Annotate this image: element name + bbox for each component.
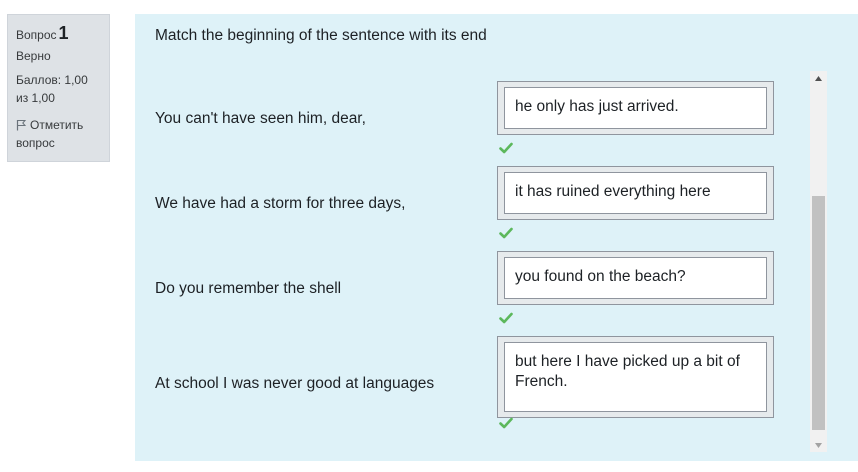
scroll-down-arrow-icon[interactable]	[810, 438, 827, 452]
flag-question-link[interactable]: Отметить вопрос	[16, 116, 101, 152]
scrollbar-thumb[interactable]	[812, 196, 825, 430]
sentence-beginning: At school I was never good at languages	[155, 375, 435, 392]
answer-item[interactable]: you found on the beach?	[504, 257, 767, 299]
answer-drop-zone[interactable]: but here I have picked up a bit of Frenc…	[497, 336, 774, 418]
answer-item[interactable]: it has ruined everything here	[504, 172, 767, 214]
check-icon	[499, 142, 513, 154]
vertical-scrollbar[interactable]	[810, 71, 827, 452]
scroll-up-arrow-icon[interactable]	[810, 71, 827, 85]
question-label: Вопрос	[16, 28, 57, 42]
sentence-beginning: Do you remember the shell	[155, 280, 342, 297]
check-icon	[499, 227, 513, 239]
answer-drop-zone[interactable]: he only has just arrived.	[497, 81, 774, 135]
answer-drop-zone[interactable]: it has ruined everything here	[497, 166, 774, 220]
question-formulation: Match the beginning of the sentence with…	[135, 14, 858, 461]
question-number-value: 1	[58, 23, 69, 43]
answer-drop-zone[interactable]: you found on the beach?	[497, 251, 774, 305]
question-info-panel: Вопрос 1 Верно Баллов: 1,00 из 1,00 Отме…	[7, 14, 110, 162]
question-grade: Баллов: 1,00 из 1,00	[16, 73, 88, 105]
question-prompt: Match the beginning of the sentence with…	[155, 27, 487, 44]
answer-item[interactable]: he only has just arrived.	[504, 87, 767, 129]
question-number: Вопрос 1	[16, 23, 101, 43]
check-icon	[499, 417, 513, 429]
check-icon	[499, 312, 513, 324]
sentence-beginning: You can't have seen him, dear,	[155, 110, 366, 127]
answer-item[interactable]: but here I have picked up a bit of Frenc…	[504, 342, 767, 412]
sentence-beginning: We have had a storm for three days,	[155, 195, 406, 212]
quiz-page: Вопрос 1 Верно Баллов: 1,00 из 1,00 Отме…	[0, 0, 858, 472]
flag-icon	[16, 120, 27, 131]
question-state: Верно	[16, 49, 51, 63]
